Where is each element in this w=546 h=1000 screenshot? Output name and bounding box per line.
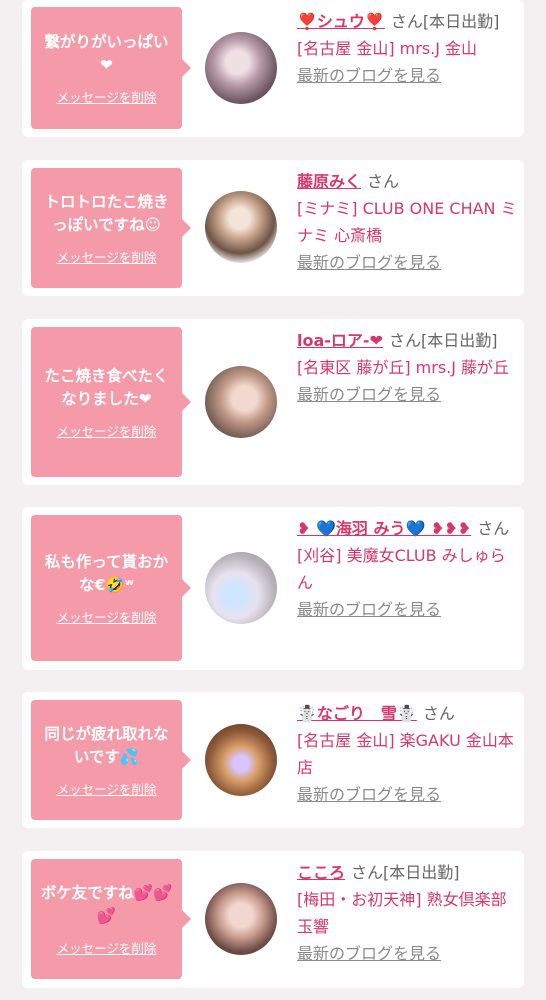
avatar[interactable]	[205, 883, 277, 955]
honorific-status: さん[本日出勤]	[390, 12, 500, 31]
profile-name-link[interactable]: ❣️シュウ❣️	[297, 12, 385, 31]
message-bubble: ボケ友ですね💕💕💕 メッセージを削除	[31, 859, 191, 979]
profile-name-link[interactable]: こころ	[297, 863, 345, 882]
message-text: たこ焼き食べたくなりました❤	[44, 366, 169, 408]
honorific-status: さん	[477, 519, 510, 538]
shop-info: [梅田・お初天神] 熟女倶楽部 玉響	[297, 890, 507, 936]
avatar[interactable]	[205, 366, 277, 438]
profile-name-link[interactable]: ❥ 💙海羽 みう💙 ❥❥❥	[297, 519, 471, 538]
delete-message-link[interactable]: メッセージを削除	[57, 87, 157, 106]
message-card: 繋がりがいっぱい❤ メッセージを削除 ❣️シュウ❣️ さん[本日出勤] [名古屋 …	[22, 0, 524, 137]
profile-info: loa-ロア-❤ さん[本日出勤] [名東区 藤が丘] mrs.J 藤が丘 最新の…	[297, 327, 519, 408]
blog-link[interactable]: 最新のブログを見る	[297, 385, 441, 404]
message-text: ボケ友ですね💕💕💕	[40, 883, 173, 925]
profile-info: 藤原みく さん [ミナミ] CLUB ONE CHAN ミナミ 心斎橋 最新のブロ…	[297, 168, 519, 276]
message-bubble: たこ焼き食べたくなりました❤ メッセージを削除	[31, 327, 191, 477]
blog-link[interactable]: 最新のブログを見る	[297, 944, 441, 963]
profile-info: ❣️シュウ❣️ さん[本日出勤] [名古屋 金山] mrs.J 金山 最新のブログ…	[297, 8, 519, 89]
shop-info: [名古屋 金山] mrs.J 金山	[297, 39, 478, 58]
message-text: 同じが疲れ取れないです💦	[44, 724, 169, 766]
profile-info: ☃️なごり 雪☃️ さん [名古屋 金山] 楽GAKU 金山本店 最新のブログを見…	[297, 700, 519, 808]
profile-name-link[interactable]: ☃️なごり 雪☃️	[297, 704, 417, 723]
message-card: ボケ友ですね💕💕💕 メッセージを削除 こころ さん[本日出勤] [梅田・お初天神]…	[22, 851, 524, 988]
shop-info: [名東区 藤が丘] mrs.J 藤が丘	[297, 358, 510, 377]
message-card: トロトロたこ焼きっぽいですね☺ メッセージを削除 藤原みく さん [ミナミ] CL…	[22, 160, 524, 296]
blog-link[interactable]: 最新のブログを見る	[297, 253, 441, 272]
shop-info: [名古屋 金山] 楽GAKU 金山本店	[297, 731, 514, 777]
profile-name-link[interactable]: 藤原みく	[297, 172, 361, 191]
avatar[interactable]	[205, 724, 277, 796]
message-card: 私も作って貰おかな€🤣ʷ メッセージを削除 ❥ 💙海羽 みう💙 ❥❥❥ さん [刈…	[22, 507, 524, 670]
delete-message-link[interactable]: メッセージを削除	[57, 421, 157, 440]
honorific-status: さん[本日出勤]	[351, 863, 460, 882]
avatar[interactable]	[205, 552, 277, 624]
honorific-status: さん	[367, 172, 400, 191]
blog-link[interactable]: 最新のブログを見る	[297, 66, 441, 85]
shop-info: [刈谷] 美魔女CLUB みしゅらん	[297, 546, 506, 592]
delete-message-link[interactable]: メッセージを削除	[57, 247, 157, 266]
shop-info: [ミナミ] CLUB ONE CHAN ミナミ 心斎橋	[297, 199, 517, 245]
message-bubble: トロトロたこ焼きっぽいですね☺ メッセージを削除	[31, 168, 191, 288]
message-text: 繋がりがいっぱい❤	[44, 32, 169, 74]
honorific-status: さん	[422, 704, 455, 723]
honorific-status: さん[本日出勤]	[388, 331, 498, 350]
avatar[interactable]	[205, 191, 277, 263]
avatar[interactable]	[205, 32, 277, 104]
message-text: トロトロたこ焼きっぽいですね☺	[44, 192, 169, 234]
message-list: 繋がりがいっぱい❤ メッセージを削除 ❣️シュウ❣️ さん[本日出勤] [名古屋 …	[0, 0, 546, 1000]
message-text: 私も作って貰おかな€🤣ʷ	[44, 552, 169, 594]
delete-message-link[interactable]: メッセージを削除	[57, 938, 157, 957]
profile-name-link[interactable]: loa-ロア-❤	[297, 331, 383, 350]
profile-info: ❥ 💙海羽 みう💙 ❥❥❥ さん [刈谷] 美魔女CLUB みしゅらん 最新のブロ…	[297, 515, 519, 623]
message-bubble: 私も作って貰おかな€🤣ʷ メッセージを削除	[31, 515, 191, 661]
message-card: たこ焼き食べたくなりました❤ メッセージを削除 loa-ロア-❤ さん[本日出勤]…	[22, 319, 524, 485]
delete-message-link[interactable]: メッセージを削除	[57, 607, 157, 626]
message-card: 同じが疲れ取れないです💦 メッセージを削除 ☃️なごり 雪☃️ さん [名古屋 金…	[22, 692, 524, 828]
blog-link[interactable]: 最新のブログを見る	[297, 600, 441, 619]
delete-message-link[interactable]: メッセージを削除	[57, 779, 157, 798]
message-bubble: 同じが疲れ取れないです💦 メッセージを削除	[31, 700, 191, 820]
blog-link[interactable]: 最新のブログを見る	[297, 785, 441, 804]
message-bubble: 繋がりがいっぱい❤ メッセージを削除	[31, 7, 191, 129]
profile-info: こころ さん[本日出勤] [梅田・お初天神] 熟女倶楽部 玉響 最新のブログを見る	[297, 859, 519, 967]
